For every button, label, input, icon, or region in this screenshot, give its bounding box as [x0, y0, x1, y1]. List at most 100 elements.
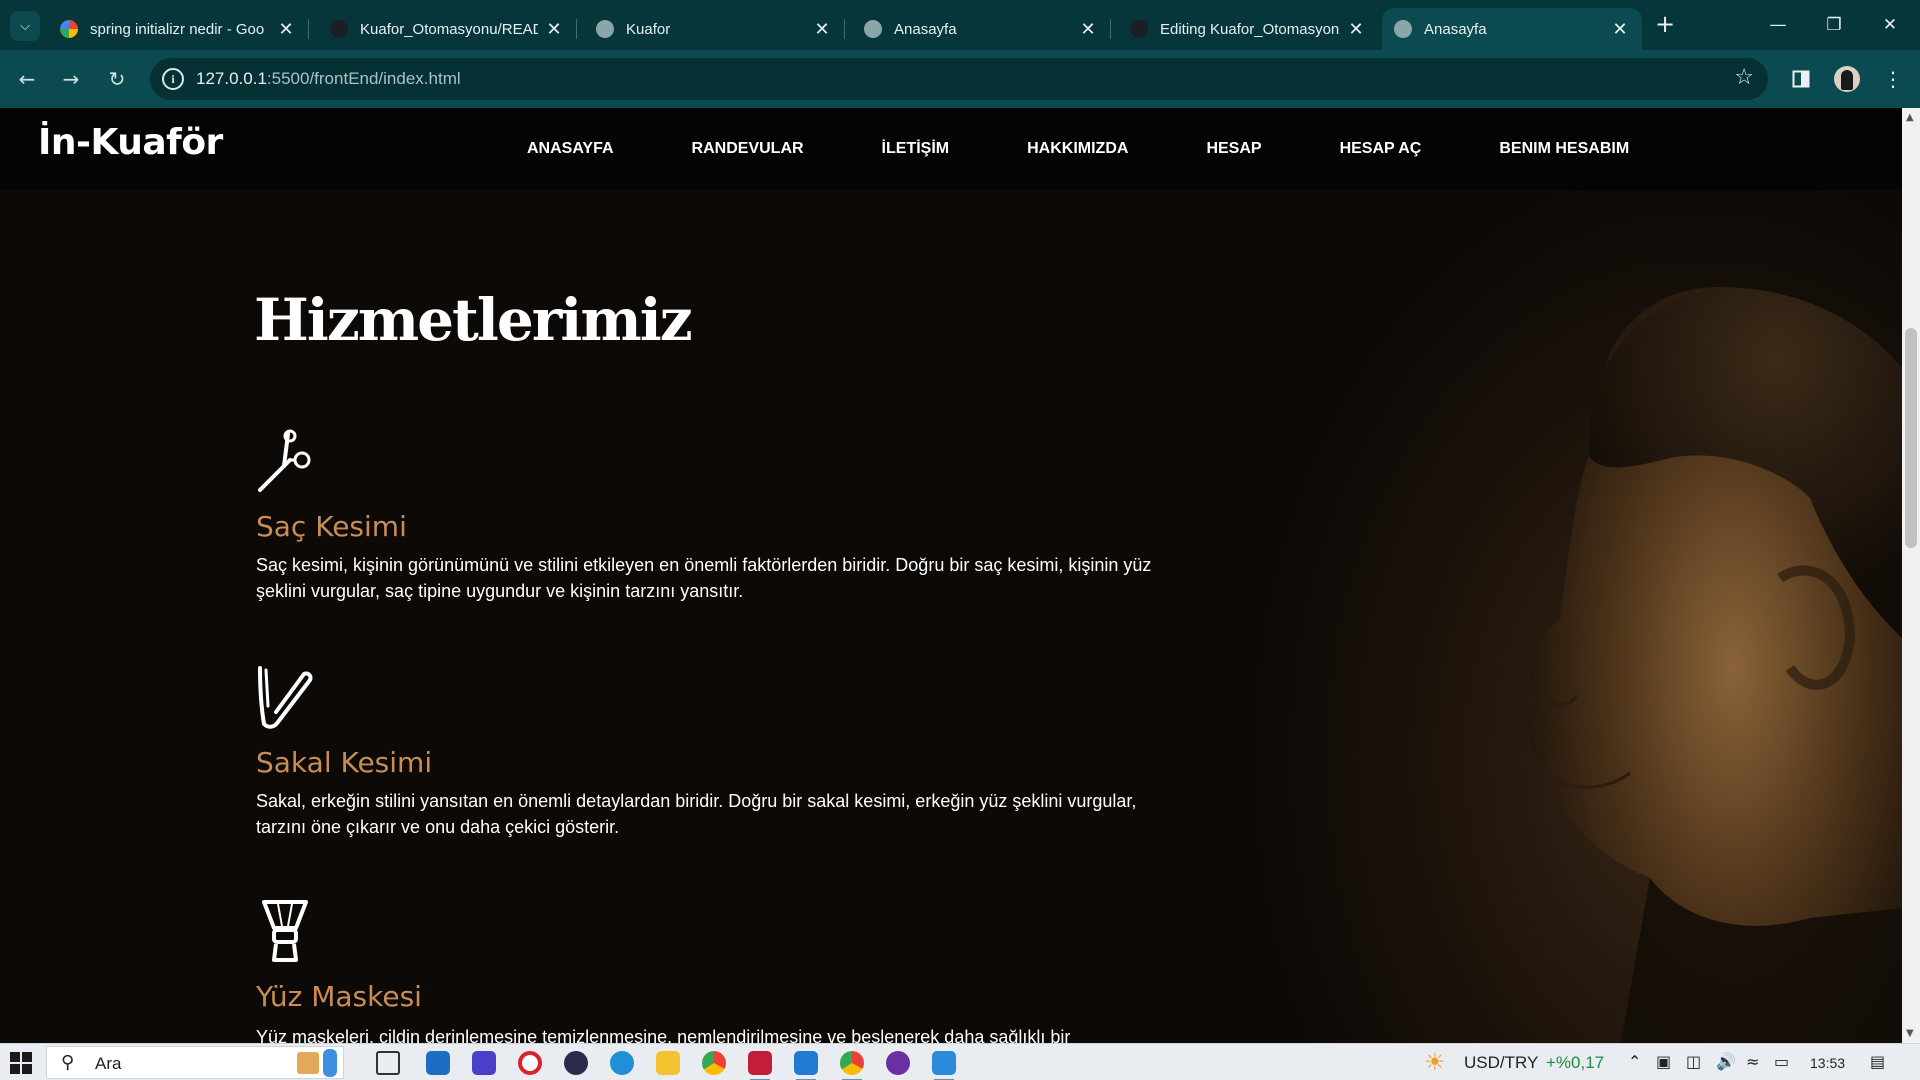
currency-label[interactable]: USD/TRY [1464, 1053, 1538, 1073]
nav-hesap-ac[interactable]: HESAP AÇ [1340, 140, 1422, 158]
man-profile-portrait [1528, 286, 1902, 1043]
nav-benim-hesabim[interactable]: BENIM HESABIM [1499, 140, 1629, 158]
site-logo[interactable]: İn-Kuaför [38, 122, 223, 163]
tab-title: spring initializr nedir - Goo [90, 20, 265, 38]
visual-studio-icon[interactable] [472, 1051, 496, 1075]
forward-arrow-icon[interactable]: → [56, 64, 86, 94]
nav-hesap[interactable]: HESAP [1206, 140, 1261, 158]
photos-icon[interactable] [932, 1051, 956, 1080]
tab-title: Kuafor_Otomasyonu/READ [360, 20, 538, 38]
site-menu: ANASAYFA RANDEVULAR İLETİŞİM HAKKIMIZDA … [527, 140, 1629, 158]
network-status-icon[interactable]: ▣ [1656, 1052, 1671, 1071]
tab-title: Anasayfa [1424, 20, 1487, 38]
nav-hakkimizda[interactable]: HAKKIMIZDA [1027, 140, 1128, 158]
close-icon[interactable]: ✕ [544, 19, 564, 40]
browser-tab-strip: ⌵ spring initializr nedir - Goo ✕ Kuafor… [0, 0, 1920, 50]
currency-change[interactable]: +%0,17 [1546, 1053, 1604, 1073]
url-path: :5500/frontEnd/index.html [266, 69, 461, 88]
url-text[interactable]: 127.0.0.1:5500/frontEnd/index.html [196, 69, 461, 89]
service-description: Saç kesimi, kişinin görünümünü ve stilin… [256, 555, 1152, 601]
windows-start-icon[interactable] [10, 1052, 32, 1074]
battery-icon[interactable]: ▭ [1774, 1052, 1789, 1071]
service-description: Sakal, erkeğin stilini yansıtan en öneml… [256, 791, 1137, 837]
close-icon[interactable]: ✕ [1078, 19, 1098, 40]
github-icon [1130, 20, 1148, 38]
browser-tab[interactable]: Kuafor_Otomasyonu/READ ✕ [318, 8, 577, 50]
minimize-icon[interactable]: — [1750, 0, 1806, 50]
globe-icon [864, 20, 882, 38]
reload-icon[interactable]: ↻ [102, 64, 132, 94]
scroll-up-icon[interactable]: ▲ [1906, 112, 1914, 123]
nav-randevular[interactable]: RANDEVULAR [692, 140, 804, 158]
services-heading: Hizmetlerimiz [254, 286, 693, 354]
volume-icon[interactable]: 🔊 [1716, 1052, 1736, 1071]
page-viewport: İn-Kuaför ANASAYFA RANDEVULAR İLETİŞİM H… [0, 108, 1902, 1043]
search-highlight-icon [297, 1052, 319, 1074]
address-bar[interactable]: i 127.0.0.1:5500/frontEnd/index.html ☆ [150, 58, 1768, 100]
url-host: 127.0.0.1 [196, 69, 267, 88]
mail-icon[interactable] [426, 1051, 450, 1075]
close-icon[interactable]: ✕ [1610, 19, 1630, 40]
close-icon[interactable]: ✕ [1346, 19, 1366, 40]
star-icon[interactable]: ☆ [1734, 65, 1754, 90]
browser-tab[interactable]: Anasayfa ✕ [852, 8, 1111, 50]
search-placeholder: Ara [95, 1054, 122, 1073]
github-icon [330, 20, 348, 38]
weather-icon: ☀ [1424, 1048, 1446, 1076]
kebab-menu-icon[interactable]: ⋮ [1878, 64, 1908, 94]
edge-icon[interactable] [610, 1051, 634, 1075]
intellij-icon[interactable] [748, 1051, 772, 1080]
taskbar-search-box[interactable]: ⚲ Ara [46, 1046, 344, 1079]
search-icon: ⚲ [61, 1052, 75, 1073]
chrome-icon[interactable] [840, 1051, 864, 1080]
site-info-icon[interactable]: i [162, 68, 184, 90]
back-arrow-icon[interactable]: ← [12, 64, 42, 94]
tab-title: Kuafor [626, 20, 671, 38]
close-icon[interactable]: ✕ [276, 19, 296, 40]
windows-taskbar: ⚲ Ara ☀ USD/TRY +%0,17 ⌃ ▣ ◫ 🔊 ≈ ▭ 13:53… [0, 1043, 1920, 1080]
browser-tab[interactable]: spring initializr nedir - Goo ✕ [48, 8, 309, 50]
file-explorer-icon[interactable] [656, 1051, 680, 1075]
device-icon[interactable]: ◫ [1686, 1052, 1701, 1071]
scissors-icon [258, 429, 311, 492]
service-title: Saç Kesimi [256, 510, 407, 543]
side-panel-icon[interactable] [1786, 64, 1816, 94]
vscode-icon[interactable] [794, 1051, 818, 1080]
clock[interactable]: 13:53 [1810, 1055, 1845, 1071]
search-highlight-icon [323, 1049, 337, 1077]
tab-separator [308, 19, 309, 39]
browser-tab-active[interactable]: Anasayfa ✕ [1382, 8, 1642, 50]
globe-icon [1394, 20, 1412, 38]
page-scrollbar[interactable]: ▲ ▼ [1902, 108, 1920, 1043]
tab-separator [844, 19, 845, 39]
shaving-brush-icon [262, 900, 308, 962]
task-view-icon[interactable] [376, 1051, 400, 1075]
opera-icon[interactable] [518, 1051, 542, 1075]
close-icon[interactable]: ✕ [812, 19, 832, 40]
nav-iletisim[interactable]: İLETİŞİM [882, 140, 950, 158]
plus-icon[interactable]: + [1650, 10, 1680, 40]
tab-separator [1110, 19, 1111, 39]
browser-toolbar: ← → ↻ i 127.0.0.1:5500/frontEnd/index.ht… [0, 50, 1920, 108]
nav-anasayfa[interactable]: ANASAYFA [527, 140, 614, 158]
wifi-icon[interactable]: ≈ [1746, 1052, 1759, 1071]
app-icon[interactable] [564, 1051, 588, 1075]
app-icon[interactable] [886, 1051, 910, 1075]
browser-tab[interactable]: Kuafor ✕ [584, 8, 845, 50]
scroll-down-icon[interactable]: ▼ [1906, 1028, 1914, 1039]
razor-icon [258, 666, 313, 729]
profile-avatar[interactable] [1832, 64, 1862, 94]
restore-icon[interactable]: ❐ [1806, 0, 1862, 50]
browser-tab[interactable]: Editing Kuafor_Otomasyon ✕ [1118, 8, 1378, 50]
service-title: Yüz Maskesi [256, 980, 422, 1013]
chevron-up-icon[interactable]: ⌃ [1628, 1052, 1641, 1071]
tab-title: Editing Kuafor_Otomasyon [1160, 20, 1340, 38]
tab-search-chevron-icon[interactable]: ⌵ [10, 11, 40, 41]
scrollbar-thumb[interactable] [1905, 328, 1917, 548]
google-icon [60, 20, 78, 38]
service-title: Sakal Kesimi [256, 746, 433, 779]
chrome-icon[interactable] [702, 1051, 726, 1075]
site-header: İn-Kuaför ANASAYFA RANDEVULAR İLETİŞİM H… [0, 108, 1902, 190]
notifications-icon[interactable]: ▤ [1870, 1052, 1885, 1071]
window-close-icon[interactable]: ✕ [1862, 0, 1918, 50]
